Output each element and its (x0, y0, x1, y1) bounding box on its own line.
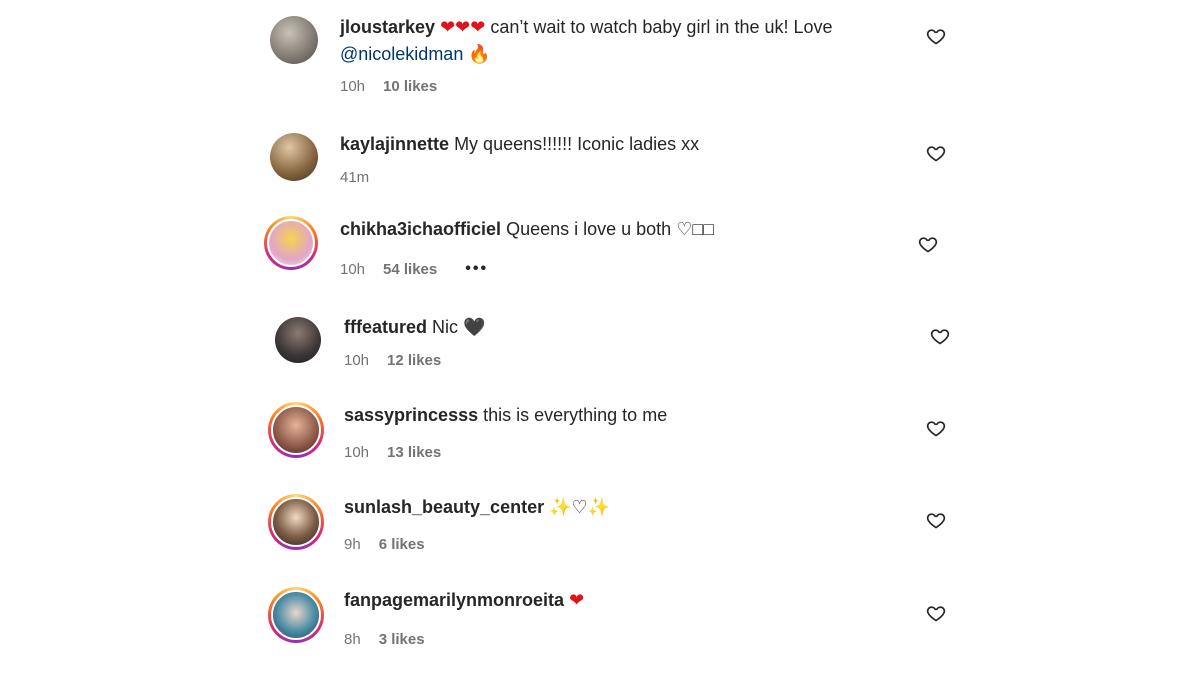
fire-emoji: 🔥 (468, 44, 491, 65)
heart-emoji: ❤❤❤ (440, 17, 486, 38)
comment-meta: 10h 13 likes (344, 444, 441, 461)
comment-body: Queens i love u both (506, 219, 672, 239)
like-button[interactable] (926, 418, 948, 440)
timestamp: 10h (340, 78, 366, 95)
comment-meta: 41m (340, 169, 369, 186)
heart-outline-icon (926, 606, 946, 622)
comment-item: sassyprincesss this is everything to me … (268, 402, 948, 492)
comment-meta: 10h 10 likes (340, 78, 437, 95)
avatar[interactable] (268, 494, 324, 550)
comment-meta: 10h 12 likes (344, 352, 441, 369)
comment-text: chikha3ichaofficiel Queens i love u both… (340, 216, 880, 243)
black-heart-emoji: 🖤 (463, 317, 486, 338)
likes-count[interactable]: 13 likes (387, 444, 441, 461)
like-button[interactable] (926, 143, 948, 165)
avatar[interactable] (264, 216, 318, 270)
heart-outline-icon (918, 237, 938, 253)
comment-body: My queens!!!!!! Iconic ladies xx (454, 134, 700, 154)
likes-count[interactable]: 3 likes (379, 631, 425, 648)
comment-text: jloustarkey ❤❤❤ can’t wait to watch baby… (340, 14, 880, 68)
heart-outline-emoji: ♡ (676, 219, 693, 240)
comment-body: can’t wait to watch baby girl in the uk!… (490, 17, 833, 37)
avatar[interactable] (268, 402, 324, 458)
heart-outline-icon (926, 421, 946, 437)
avatar[interactable] (268, 14, 320, 66)
heart-outline-icon (926, 29, 946, 45)
username-link[interactable]: sassyprincesss (344, 405, 478, 425)
comment-body: this is everything to me (483, 405, 668, 425)
comment-meta: 8h 3 likes (344, 631, 425, 648)
avatar[interactable] (268, 587, 324, 643)
comment-body: Nic (432, 317, 459, 337)
timestamp: 10h (344, 352, 370, 369)
comment-item: jloustarkey ❤❤❤ can’t wait to watch baby… (268, 14, 948, 104)
red-heart-emoji: ❤ (569, 590, 585, 611)
more-options-icon[interactable]: ••• (465, 260, 488, 278)
mention-link[interactable]: @nicolekidman (340, 44, 463, 64)
avatar[interactable] (272, 314, 324, 366)
like-button[interactable] (918, 234, 940, 256)
timestamp: 41m (340, 169, 370, 186)
heart-outline-icon (926, 513, 946, 529)
avatar[interactable] (268, 131, 320, 183)
username-link[interactable]: chikha3ichaofficiel (340, 219, 501, 239)
timestamp: 10h (340, 260, 366, 278)
missing-glyphs: □□ (692, 219, 715, 239)
timestamp: 8h (344, 631, 361, 648)
comment-meta: 9h 6 likes (344, 536, 425, 553)
comment-text: fffeatured Nic 🖤 (344, 314, 884, 341)
sparkles-heart-emoji: ✨♡✨ (549, 497, 611, 518)
like-button[interactable] (926, 26, 948, 48)
like-button[interactable] (930, 326, 952, 348)
username-link[interactable]: kaylajinnette (340, 134, 449, 154)
comment-item: sunlash_beauty_center ✨♡✨ 9h 6 likes (268, 494, 948, 584)
like-button[interactable] (926, 603, 948, 625)
likes-count[interactable]: 6 likes (379, 536, 425, 553)
username-link[interactable]: jloustarkey (340, 17, 435, 37)
comment-text: kaylajinnette My queens!!!!!! Iconic lad… (340, 131, 880, 157)
likes-count[interactable]: 54 likes (383, 261, 437, 278)
like-button[interactable] (926, 510, 948, 532)
heart-outline-icon (930, 329, 950, 345)
username-link[interactable]: fanpagemarilynmonroeita (344, 590, 564, 610)
heart-outline-icon (926, 146, 946, 162)
username-link[interactable]: fffeatured (344, 317, 427, 337)
likes-count[interactable]: 12 likes (387, 352, 441, 369)
comment-meta: 10h 54 likes ••• (340, 260, 488, 278)
comment-item: kaylajinnette My queens!!!!!! Iconic lad… (268, 131, 948, 221)
comment-text: sassyprincesss this is everything to me (344, 402, 884, 428)
comment-item: fffeatured Nic 🖤 10h 12 likes (272, 314, 952, 404)
timestamp: 10h (344, 444, 370, 461)
username-link[interactable]: sunlash_beauty_center (344, 497, 544, 517)
comment-item: chikha3ichaofficiel Queens i love u both… (264, 216, 944, 306)
likes-count[interactable]: 10 likes (383, 78, 437, 95)
timestamp: 9h (344, 536, 361, 553)
comment-text: fanpagemarilynmonroeita ❤ (344, 587, 884, 614)
comment-item: fanpagemarilynmonroeita ❤ 8h 3 likes (268, 587, 948, 677)
comment-text: sunlash_beauty_center ✨♡✨ (344, 494, 884, 521)
